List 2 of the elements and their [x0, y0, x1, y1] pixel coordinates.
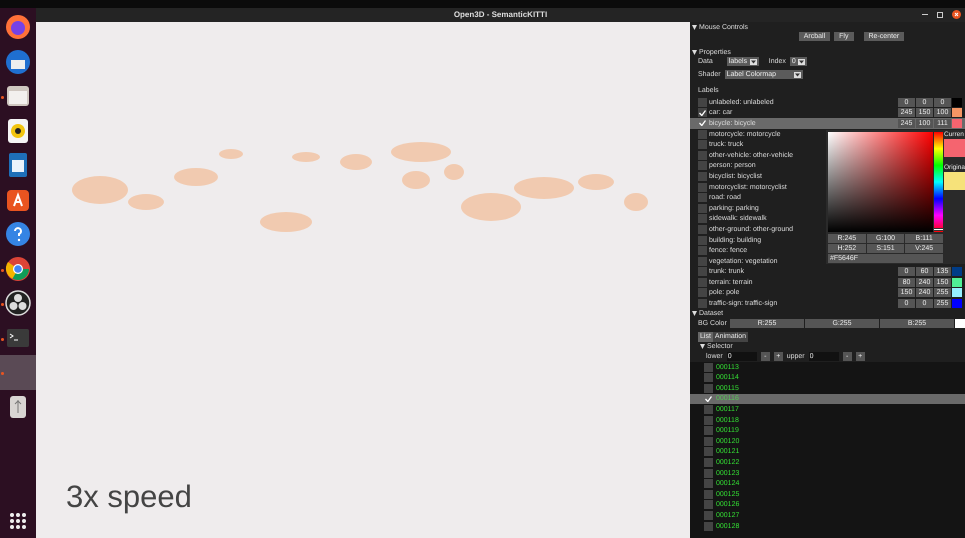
window-title: Open3D - SemanticKITTI	[454, 9, 548, 21]
speed-caption: 3x speed	[66, 478, 192, 516]
